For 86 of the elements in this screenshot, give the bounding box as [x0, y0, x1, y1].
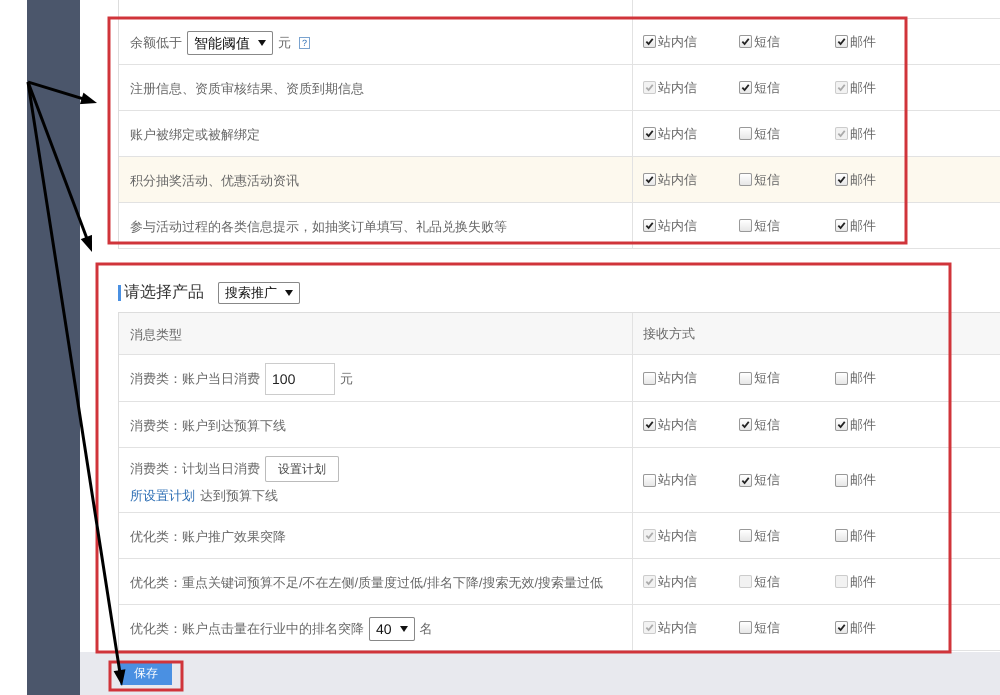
option-label: 站内信	[658, 32, 697, 50]
checkbox[interactable]	[643, 127, 656, 140]
checkbox[interactable]	[739, 173, 752, 186]
checkbox[interactable]	[835, 621, 848, 634]
message-text: 积分抽奖活动、优惠活动资讯	[130, 172, 299, 190]
checkbox[interactable]	[643, 372, 656, 384]
option-label: 邮件	[850, 618, 876, 636]
checkbox[interactable]	[643, 474, 656, 486]
option-label: 短信	[754, 78, 780, 96]
option-label: 邮件	[850, 124, 876, 142]
option-label: 站内信	[658, 416, 697, 434]
option-label: 短信	[754, 32, 780, 50]
message-text: 消费类：计划当日消费	[130, 460, 260, 478]
message-text: 消费类：账户当日消费	[130, 370, 260, 388]
checkbox[interactable]	[643, 173, 656, 186]
message-text: 优化类：账户点击量在行业中的排名突降	[130, 620, 364, 638]
option-label: 邮件	[850, 216, 876, 234]
plan-link[interactable]: 所设置计划	[130, 486, 195, 506]
column-header: 接收方式	[643, 324, 695, 342]
message-text: 名	[420, 620, 433, 638]
checkbox[interactable]	[835, 372, 848, 384]
option-label: 站内信	[658, 369, 697, 387]
message-text: 参与活动过程的各类信息提示，如抽奖订单填写、礼品兑换失败等	[130, 218, 507, 236]
option-label: 短信	[754, 170, 780, 188]
set-plan-button[interactable]: 设置计划	[265, 456, 339, 482]
option-label: 站内信	[658, 124, 697, 142]
message-text: 注册信息、资质审核结果、资质到期信息	[130, 80, 364, 98]
option-label: 邮件	[850, 78, 876, 96]
checkbox[interactable]	[739, 474, 752, 486]
option-label: 短信	[754, 124, 780, 142]
option-label: 邮件	[850, 572, 876, 590]
option-label: 站内信	[658, 526, 697, 544]
checkbox[interactable]	[835, 418, 848, 431]
option-label: 邮件	[850, 170, 876, 188]
option-label: 邮件	[850, 32, 876, 50]
option-label: 站内信	[658, 618, 697, 636]
option-label: 站内信	[658, 78, 697, 96]
option-label: 邮件	[850, 369, 876, 387]
checkbox[interactable]	[835, 474, 848, 486]
caret-icon	[285, 290, 293, 296]
checkbox[interactable]	[739, 529, 752, 542]
message-text: 账户被绑定或被解绑定	[130, 126, 260, 144]
message-text: 优化类：账户推广效果突降	[130, 528, 286, 546]
checkbox[interactable]	[835, 35, 848, 48]
message-text: 元	[278, 34, 291, 52]
message-text: 余额低于	[130, 34, 182, 52]
option-label: 短信	[754, 416, 780, 434]
message-text: 优化类：重点关键词预算不足/不在左侧/质量度过低/排名下降/搜索无效/搜索量过低	[130, 574, 604, 592]
input-field[interactable]: 100	[265, 363, 335, 395]
dropdown[interactable]: 40	[369, 616, 415, 640]
option-label: 邮件	[850, 416, 876, 434]
option-label: 邮件	[850, 471, 876, 489]
option-label: 站内信	[658, 170, 697, 188]
checkbox[interactable]	[739, 418, 752, 431]
checkbox[interactable]	[739, 35, 752, 48]
checkbox[interactable]	[739, 621, 752, 634]
product-dropdown[interactable]: 搜索推广	[218, 282, 300, 304]
checkbox[interactable]	[739, 372, 752, 384]
option-label: 邮件	[850, 526, 876, 544]
option-label: 短信	[754, 572, 780, 590]
checkbox[interactable]	[739, 81, 752, 94]
checkbox[interactable]	[835, 529, 848, 542]
section-title: 请选择产品	[118, 285, 204, 301]
checkbox[interactable]	[643, 35, 656, 48]
option-label: 站内信	[658, 572, 697, 590]
message-text: 消费类：账户到达预算下线	[130, 416, 286, 434]
option-label: 短信	[754, 471, 780, 489]
checkbox[interactable]	[739, 127, 752, 140]
caret-icon	[258, 40, 266, 46]
option-label: 短信	[754, 369, 780, 387]
caret-icon	[400, 626, 408, 632]
checkbox[interactable]	[739, 219, 752, 232]
column-header: 消息类型	[130, 326, 183, 344]
help-icon[interactable]: ?	[299, 36, 310, 48]
option-label: 短信	[754, 216, 780, 234]
message-text: 元	[340, 370, 353, 388]
message-text: 达到预算下线	[200, 487, 278, 505]
checkbox[interactable]	[643, 219, 656, 232]
option-label: 站内信	[658, 471, 697, 489]
checkbox[interactable]	[643, 418, 656, 431]
option-label: 短信	[754, 618, 780, 636]
dropdown[interactable]: 智能阈值	[187, 30, 273, 54]
checkbox[interactable]	[835, 173, 848, 186]
option-label: 站内信	[658, 216, 697, 234]
option-label: 短信	[754, 526, 780, 544]
checkbox[interactable]	[835, 219, 848, 232]
